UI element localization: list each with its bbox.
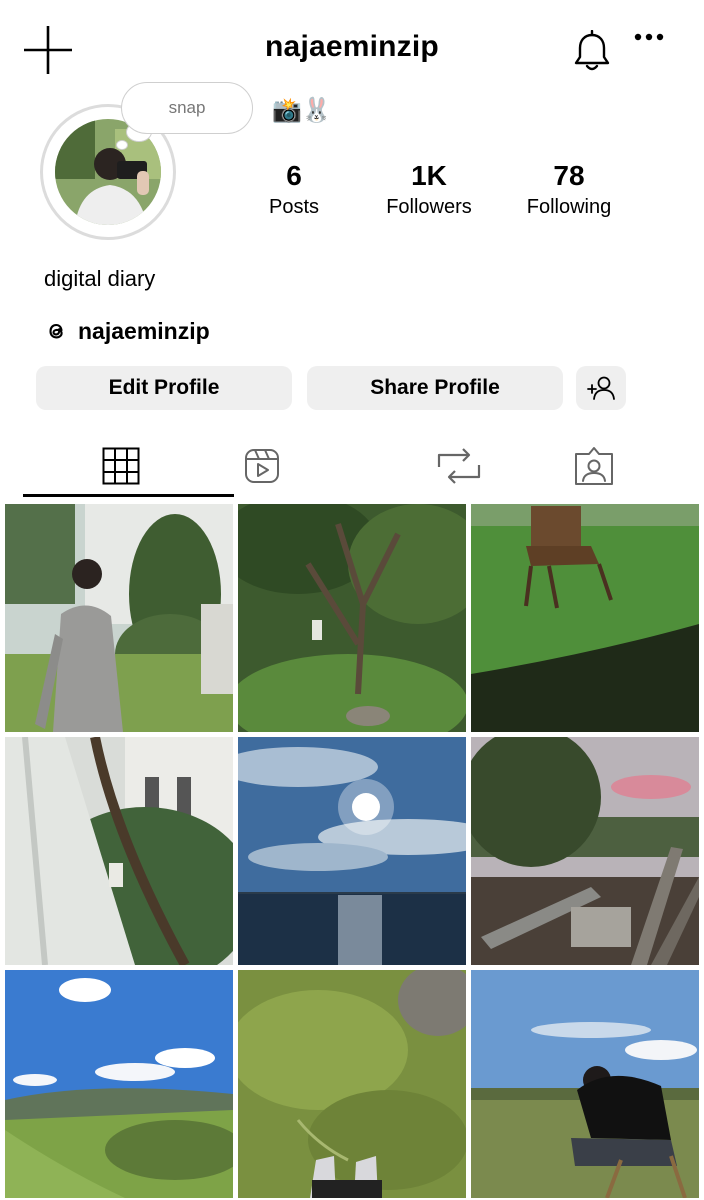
note-bubble-tail [116,140,128,150]
post-thumbnail[interactable] [471,737,699,965]
add-person-icon [587,376,615,400]
threads-handle: najaeminzip [78,317,210,344]
edit-profile-button[interactable]: Edit Profile [36,366,292,410]
grid-icon [102,447,140,485]
post-thumbnail[interactable] [471,504,699,732]
threads-link[interactable]: najaeminzip [44,314,210,348]
post-thumbnail[interactable] [5,970,233,1198]
stat-followers[interactable]: 1K Followers [359,160,499,219]
repost-icon [437,448,481,484]
post-thumbnail[interactable] [5,737,233,965]
post-image [471,504,699,732]
threads-icon [49,323,63,339]
discover-people-button[interactable] [576,366,626,410]
stat-posts[interactable]: 6 Posts [224,160,364,219]
profile-tabs [0,436,704,500]
stat-label: Followers [386,196,472,218]
post-image [238,504,466,732]
reels-icon [245,449,279,483]
stat-value: 6 [286,160,302,191]
post-image [471,970,699,1198]
profile-bio: digital diary [44,266,156,291]
stat-following[interactable]: 78 Following [499,160,639,219]
profile-emojis: 📸🐰 [272,97,332,124]
tagged-icon [575,447,613,485]
tab-grid[interactable] [61,436,181,496]
profile-note-bubble[interactable]: snap [121,82,253,134]
profile-note-text: snap [168,98,206,117]
post-thumbnail[interactable] [238,970,466,1198]
post-thumbnail[interactable] [238,504,466,732]
share-profile-button[interactable]: Share Profile [307,366,563,410]
post-thumbnail[interactable] [238,737,466,965]
posts-grid [5,504,699,1200]
stat-label: Following [526,196,612,218]
post-thumbnail[interactable] [471,970,699,1198]
top-bar: najaeminzip [0,0,704,100]
tab-tagged[interactable] [534,436,654,496]
stat-label: Posts [268,196,320,218]
post-image [238,970,466,1198]
post-image [5,504,233,732]
tab-reels[interactable] [202,436,322,496]
stat-value: 78 [553,160,585,191]
bell-icon[interactable] [572,30,612,72]
active-tab-indicator [23,494,234,497]
post-image [471,737,699,965]
post-thumbnail[interactable] [5,504,233,732]
post-image [238,737,466,965]
stat-value: 1K [411,160,447,191]
tab-reposts[interactable] [399,436,519,496]
post-image [5,970,233,1198]
post-image [5,737,233,965]
more-horizontal-icon[interactable] [634,30,664,44]
